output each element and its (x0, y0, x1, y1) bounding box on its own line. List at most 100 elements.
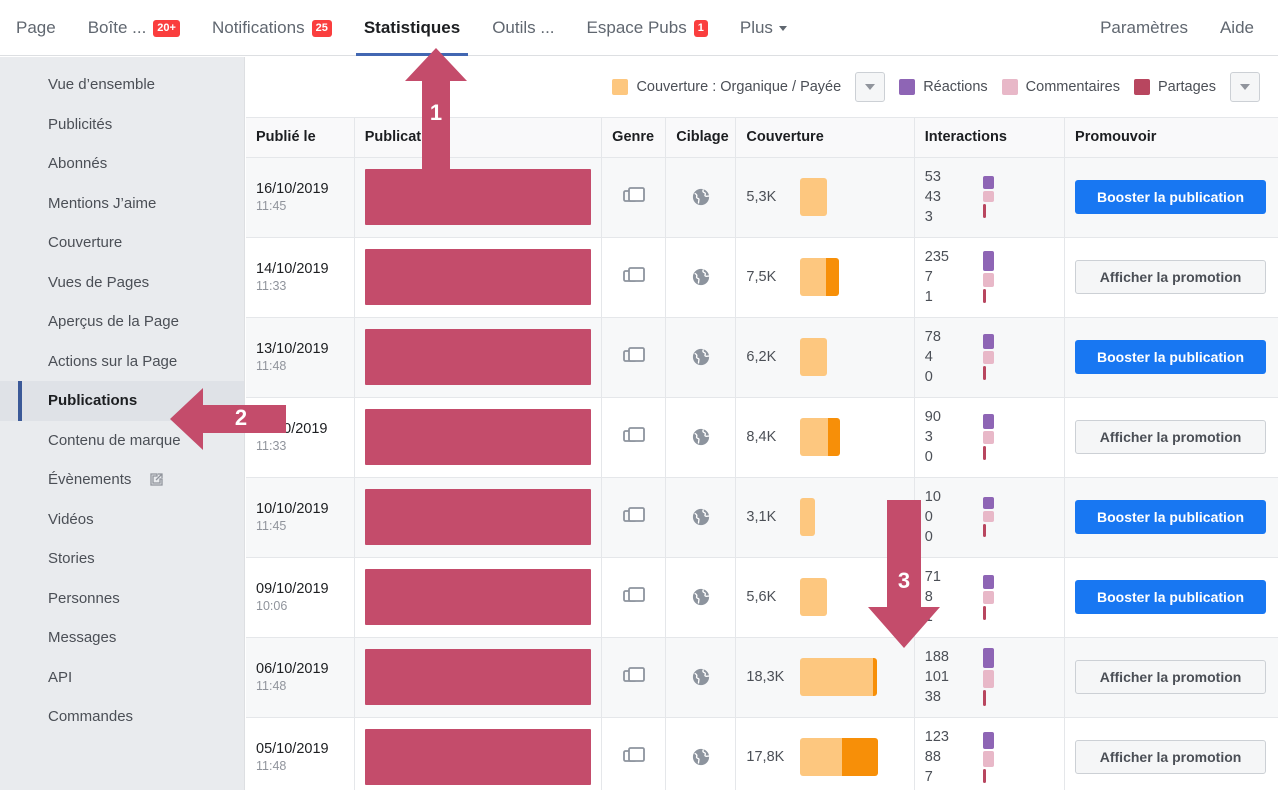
targeting-icon-wrap (676, 188, 725, 206)
sidebar-item-personnes[interactable]: Personnes (0, 579, 244, 619)
column-header-reach[interactable]: Couverture (735, 118, 915, 158)
notification-badge: 20+ (153, 19, 180, 37)
table-row[interactable]: 14/10/2019 11:33 7,5K 235 7 1 Afficher la prom… (246, 237, 1278, 318)
sidebar-item-couverture[interactable]: Couverture (0, 223, 244, 263)
table-row[interactable]: 11/10/2019 11:33 8,4K 90 3 0 Afficher la promo… (246, 397, 1278, 478)
cell-interactions[interactable]: 235 7 1 (914, 237, 1066, 318)
cell-reach[interactable]: 6,2K (735, 317, 915, 398)
reach-wrap: 5,3K (746, 178, 903, 216)
cell-post-preview[interactable] (354, 557, 603, 638)
reach-value: 5,3K (746, 189, 777, 205)
boost-post-button[interactable]: Booster la publication (1075, 180, 1267, 214)
sidebar-item-publications[interactable]: Publications (0, 381, 244, 421)
boost-post-button[interactable]: Booster la publication (1075, 340, 1267, 374)
cell-post-type (601, 717, 667, 790)
table-row[interactable]: 16/10/2019 11:45 5,3K 53 43 3 Booster la publi… (246, 157, 1278, 238)
nav-aide[interactable]: Aide (1204, 0, 1270, 56)
sidebar-item-publicit-s[interactable]: Publicités (0, 105, 244, 145)
cell-interactions[interactable]: 78 4 0 (914, 317, 1066, 398)
sidebar-item-actions-sur-la-page[interactable]: Actions sur la Page (0, 342, 244, 382)
cell-post-preview[interactable] (354, 717, 603, 790)
sidebar-item-commandes[interactable]: Commandes (0, 697, 244, 737)
tab-espace-pubs[interactable]: Espace Pubs 1 (571, 0, 724, 56)
cell-interactions[interactable]: 188 101 38 (914, 637, 1066, 718)
tab-outils[interactable]: Outils ... (476, 0, 570, 56)
tab-statistiques[interactable]: Statistiques (348, 0, 476, 56)
sidebar-item-messages[interactable]: Messages (0, 618, 244, 658)
interaction-metric-dropdown[interactable] (1230, 72, 1260, 102)
view-promotion-button[interactable]: Afficher la promotion (1075, 660, 1267, 694)
cell-reach[interactable]: 7,5K (735, 237, 915, 318)
boost-post-button[interactable]: Booster la publication (1075, 500, 1267, 534)
cell-interactions[interactable]: 71 8 1 (914, 557, 1066, 638)
sidebar-item-vue-d-ensemble[interactable]: Vue d’ensemble (0, 65, 244, 105)
tab-page[interactable]: Page (0, 0, 72, 56)
cell-reach[interactable]: 5,3K (735, 157, 915, 238)
nav-param-tres[interactable]: Paramètres (1084, 0, 1204, 56)
sidebar-item-vid-os[interactable]: Vidéos (0, 500, 244, 540)
tab-bo-te[interactable]: Boîte ... 20+ (72, 0, 196, 56)
boost-post-button[interactable]: Booster la publication (1075, 580, 1267, 614)
view-promotion-button[interactable]: Afficher la promotion (1075, 260, 1267, 294)
sidebar-item-label: Publicités (48, 115, 113, 133)
cell-reach[interactable]: 18,3K (735, 637, 915, 718)
column-header-promote[interactable]: Promouvoir (1064, 118, 1278, 158)
table-row[interactable]: 13/10/2019 11:48 6,2K 78 4 0 Booster la public… (246, 317, 1278, 398)
table-row[interactable]: 10/10/2019 11:45 3,1K 10 0 0 Booster la public… (246, 477, 1278, 558)
sidebar-item-abonn-s[interactable]: Abonnés (0, 144, 244, 184)
sidebar-item-stories[interactable]: Stories (0, 539, 244, 579)
reactions-count: 10 (924, 489, 941, 505)
cell-targeting (665, 477, 737, 558)
cell-post-preview[interactable] (354, 317, 603, 398)
cell-published-date: 05/10/2019 11:48 (246, 717, 355, 790)
column-header-interactions[interactable]: Interactions (914, 118, 1066, 158)
column-header-genre[interactable]: Genre (601, 118, 667, 158)
cell-post-preview[interactable] (354, 157, 603, 238)
cell-reach[interactable]: 5,6K (735, 557, 915, 638)
tab-plus[interactable]: Plus (724, 0, 803, 56)
post-time: 11:45 (256, 519, 287, 533)
reach-wrap: 18,3K (746, 658, 903, 696)
cell-post-preview[interactable] (354, 237, 603, 318)
cell-targeting (665, 317, 737, 398)
multi-photo-icon (622, 427, 645, 442)
sidebar-item-api[interactable]: API (0, 658, 244, 698)
table-row[interactable]: 05/10/2019 11:48 17,8K 123 88 7 Afficher la pr… (246, 717, 1278, 790)
cell-post-preview[interactable] (354, 637, 603, 718)
post-date: 14/10/2019 (256, 261, 329, 277)
sidebar-item-aper-us-de-la-page[interactable]: Aperçus de la Page (0, 302, 244, 342)
view-promotion-button[interactable]: Afficher la promotion (1075, 740, 1267, 774)
cell-post-preview[interactable] (354, 477, 603, 558)
globe-icon (692, 188, 710, 206)
table-header-row: Publié le Publication Genre Ciblage Couv… (246, 118, 1278, 158)
cell-reach[interactable]: 17,8K (735, 717, 915, 790)
cell-interactions[interactable]: 10 0 0 (914, 477, 1066, 558)
sidebar-item-contenu-de-marque[interactable]: Contenu de marque (0, 421, 244, 461)
sidebar-item-label: Vidéos (48, 510, 94, 528)
cell-interactions[interactable]: 123 88 7 (914, 717, 1066, 790)
column-header-date[interactable]: Publié le (246, 118, 355, 158)
cell-reach[interactable]: 8,4K (735, 397, 915, 478)
cell-promote: Afficher la promotion (1064, 397, 1278, 478)
tab-notifications[interactable]: Notifications 25 (196, 0, 348, 56)
cell-post-preview[interactable] (354, 397, 603, 478)
reach-value: 8,4K (746, 429, 777, 445)
post-time: 11:48 (256, 359, 287, 373)
sidebar-item-v-nements[interactable]: Évènements (0, 460, 244, 500)
column-header-post[interactable]: Publication (354, 118, 603, 158)
sidebar-item-mentions-j-aime[interactable]: Mentions J’aime (0, 184, 244, 224)
cell-reach[interactable]: 3,1K (735, 477, 915, 558)
cell-interactions[interactable]: 53 43 3 (914, 157, 1066, 238)
targeting-icon-wrap (676, 748, 725, 766)
table-row[interactable]: 09/10/2019 10:06 5,6K 71 8 1 Booster la public… (246, 557, 1278, 638)
cell-interactions[interactable]: 90 3 0 (914, 397, 1066, 478)
column-header-targeting[interactable]: Ciblage (665, 118, 737, 158)
legend-label-comments: Commentaires (1025, 79, 1120, 95)
sidebar-item-vues-de-pages[interactable]: Vues de Pages (0, 263, 244, 303)
cell-targeting (665, 237, 737, 318)
view-promotion-button[interactable]: Afficher la promotion (1075, 420, 1267, 454)
sidebar-item-label: Évènements (48, 471, 132, 489)
reach-metric-dropdown[interactable] (855, 72, 886, 102)
table-row[interactable]: 06/10/2019 11:48 18,3K 188 101 38 Afficher la … (246, 637, 1278, 718)
shares-bar (982, 204, 986, 218)
